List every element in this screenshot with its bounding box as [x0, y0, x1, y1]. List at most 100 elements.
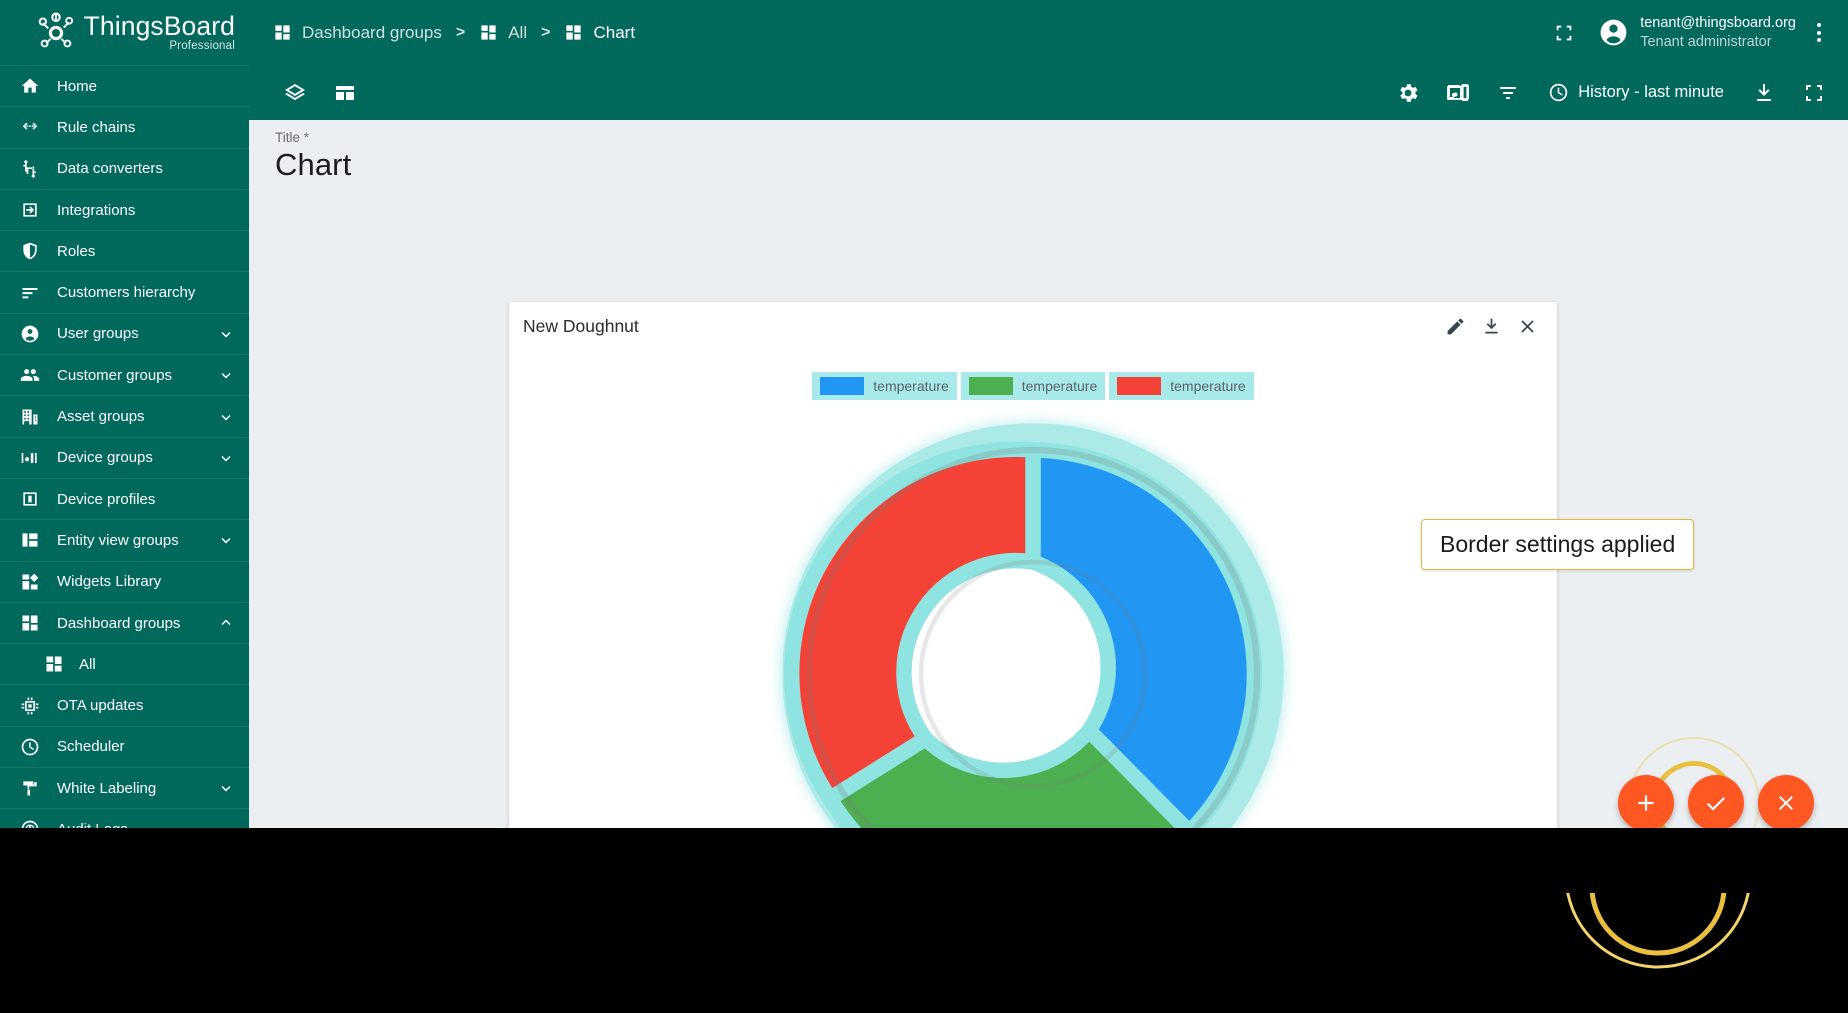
device-icon [19, 447, 41, 469]
sidebar-label: Roles [57, 242, 96, 260]
app-root: ThingsBoard Professional Home Rule chain… [0, 0, 1848, 1013]
legend-item[interactable]: temperature [1109, 372, 1254, 400]
fullscreen-icon[interactable] [1794, 73, 1834, 113]
brand-name: ThingsBoard [83, 10, 235, 41]
sidebar-item-home[interactable]: Home [0, 65, 249, 106]
sidebar-item-device-groups[interactable]: Device groups [0, 436, 249, 478]
hierarchy-icon [19, 282, 41, 304]
filters-icon[interactable] [1488, 73, 1528, 113]
chevron-down-icon[interactable] [217, 779, 235, 797]
apply-changes-button[interactable] [1688, 775, 1744, 831]
sidebar-item-white-labeling[interactable]: White Labeling [0, 767, 249, 808]
chevron-down-icon[interactable] [217, 366, 235, 384]
sidebar-item-device-profiles[interactable]: Device profiles [0, 477, 249, 519]
sidebar-label: All [79, 655, 96, 673]
building-icon [19, 406, 41, 428]
device-profile-icon [19, 488, 41, 510]
sidebar-item-scheduler[interactable]: Scheduler [0, 725, 249, 767]
clock-icon [1548, 82, 1578, 103]
breadcrumb-label: Dashboard groups [302, 22, 442, 42]
legend-label: temperature [1021, 378, 1098, 394]
download-icon[interactable] [1473, 308, 1509, 344]
clock-icon [19, 736, 41, 758]
legend-item[interactable]: temperature [960, 372, 1106, 400]
sidebar-item-roles[interactable]: Roles [0, 230, 249, 271]
dashboard-groups-icon [273, 23, 293, 43]
brand-edition: Professional [169, 40, 235, 52]
sidebar-item-user-groups[interactable]: User groups [0, 312, 249, 354]
dashboard-toolbar: History - last minute [249, 65, 1848, 120]
dashboard-groups-icon [564, 23, 584, 43]
fullscreen-icon[interactable] [1544, 13, 1584, 53]
layers-icon[interactable] [275, 73, 315, 113]
sidebar-item-entity-view-groups[interactable]: Entity view groups [0, 519, 249, 560]
sidebar-label: Dashboard groups [57, 614, 181, 632]
sidebar-label: Asset groups [57, 408, 145, 426]
sidebar-item-widgets-library[interactable]: Widgets Library [0, 560, 249, 602]
user-icon [19, 323, 41, 345]
brand-logo[interactable]: ThingsBoard Professional [0, 0, 249, 65]
widget-title: New Doughnut [523, 315, 639, 336]
kebab-menu-icon[interactable] [1804, 13, 1834, 53]
chevron-down-icon[interactable] [217, 531, 235, 549]
legend-item[interactable]: temperature [812, 372, 957, 400]
chevron-down-icon[interactable] [217, 449, 235, 467]
sidebar-item-asset-groups[interactable]: Asset groups [0, 395, 249, 436]
sidebar-item-ota-updates[interactable]: OTA updates [0, 684, 249, 725]
callout-border-settings: Border settings applied [1421, 519, 1695, 570]
breadcrumb-item-chart[interactable]: Chart [564, 23, 635, 43]
ota-icon [19, 695, 41, 717]
discard-changes-button[interactable] [1758, 775, 1814, 831]
chart-legend: temperature temperature temperature [509, 372, 1557, 400]
chevron-down-icon[interactable] [217, 408, 235, 426]
legend-swatch [968, 377, 1013, 395]
sidebar-label: Scheduler [57, 738, 125, 756]
legend-label: temperature [1170, 378, 1246, 394]
sidebar-item-dashboard-groups[interactable]: Dashboard groups [0, 601, 249, 643]
sidebar-label: Home [57, 77, 98, 95]
data-converters-icon [19, 158, 41, 180]
devices-icon[interactable] [1438, 73, 1478, 113]
download-icon[interactable] [1744, 73, 1784, 113]
user-menu[interactable]: tenant@thingsboard.org Tenant administra… [1598, 14, 1796, 51]
add-widget-button[interactable] [1618, 775, 1674, 831]
sidebar-label: Integrations [57, 201, 136, 219]
sidebar-item-customers-hierarchy[interactable]: Customers hierarchy [0, 271, 249, 312]
widget-header: New Doughnut [509, 302, 1557, 350]
timewindow-button[interactable]: History - last minute [1538, 74, 1734, 112]
thingsboard-logo-icon [35, 12, 77, 54]
dashboard-groups-icon [19, 612, 41, 634]
user-email: tenant@thingsboard.org [1640, 15, 1796, 32]
legend-label: temperature [873, 378, 949, 394]
slice-temperature-3[interactable] [784, 441, 1041, 807]
breadcrumb-label: Chart [593, 22, 636, 42]
dashboard-title-block: Title * Chart [249, 120, 1848, 183]
chevron-down-icon[interactable] [217, 325, 235, 343]
sidebar-item-rule-chains[interactable]: Rule chains [0, 106, 249, 147]
sidebar-item-all[interactable]: All [0, 643, 249, 684]
sidebar-label: Data converters [57, 160, 163, 178]
fab-row [1618, 775, 1814, 831]
chevron-up-icon[interactable] [217, 614, 235, 632]
sidebar-label: Customer groups [57, 366, 173, 384]
page-title[interactable]: Chart [275, 147, 1848, 183]
gear-icon[interactable] [1388, 73, 1428, 113]
rule-chains-icon [19, 116, 41, 138]
user-role: Tenant administrator [1640, 33, 1772, 50]
entity-view-icon [19, 529, 41, 551]
home-icon [19, 75, 41, 97]
pencil-icon[interactable] [1437, 308, 1473, 344]
sidebar-item-customer-groups[interactable]: Customer groups [0, 354, 249, 395]
timewindow-label: History - last minute [1578, 83, 1724, 101]
breadcrumb-separator: > [541, 23, 551, 41]
sidebar-item-integrations[interactable]: Integrations [0, 188, 249, 230]
sidebar-nav: Home Rule chains Data converters Integra… [0, 65, 249, 932]
top-toolbar: Dashboard groups > All > Chart tenant@th… [249, 0, 1848, 65]
dashboard-states-icon[interactable] [325, 73, 365, 113]
breadcrumb-item-dashboard-groups[interactable]: Dashboard groups [273, 23, 442, 43]
dashboard-groups-icon [43, 653, 65, 675]
breadcrumb-item-all[interactable]: All [479, 23, 527, 43]
breadcrumb-label: All [508, 22, 528, 42]
close-icon[interactable] [1509, 308, 1545, 344]
sidebar-item-data-converters[interactable]: Data converters [0, 147, 249, 189]
